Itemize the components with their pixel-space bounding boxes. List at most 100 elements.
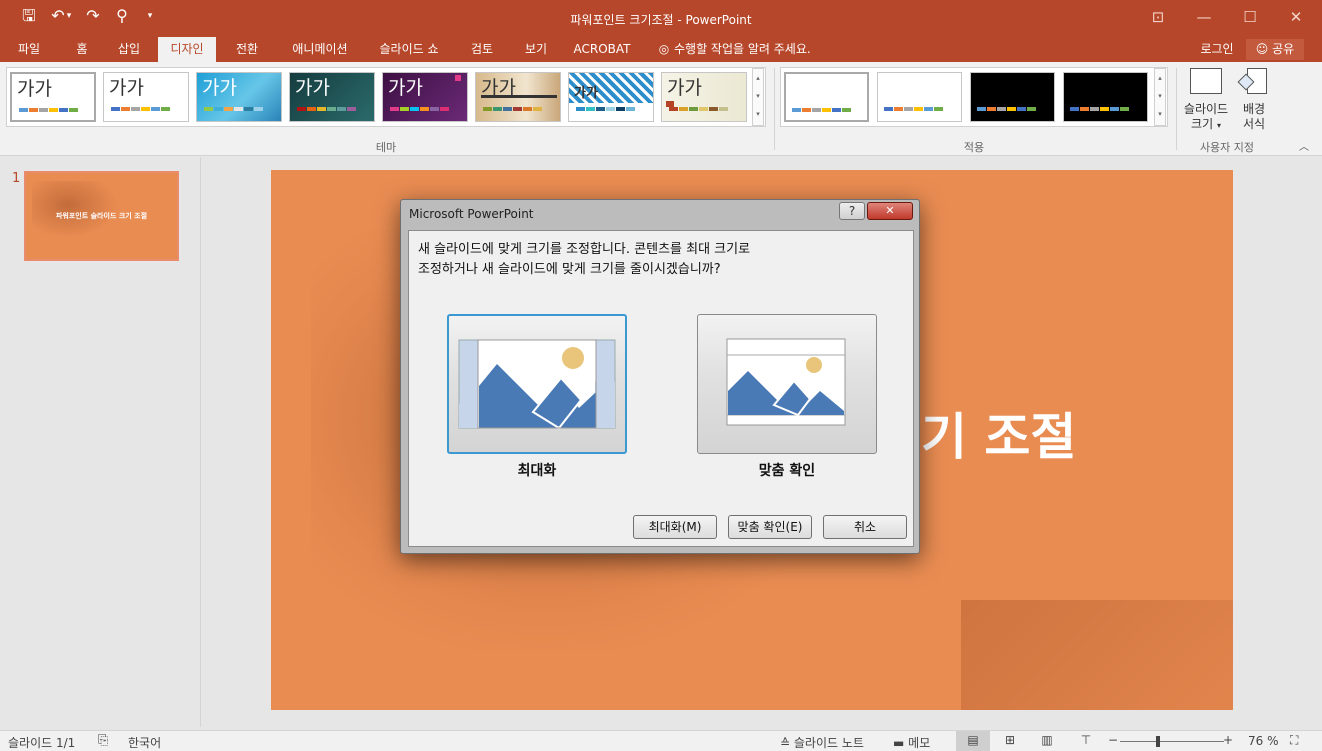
- language-indicator[interactable]: 한국어: [128, 734, 161, 751]
- theme-gallery-scroll[interactable]: ▴ ▾ ▾: [752, 68, 764, 126]
- ensure-fit-option[interactable]: [697, 314, 877, 454]
- dialog-message-line-2: 조정하거나 새 슬라이드에 맞게 크기를 줄이시겠습니까?: [418, 262, 721, 277]
- theme-color-bars: [669, 107, 729, 111]
- collapse-ribbon-icon[interactable]: ︿: [1299, 138, 1309, 153]
- slide-sorter-icon[interactable]: ⊞: [1000, 733, 1020, 747]
- signin-link[interactable]: 로그인: [1194, 37, 1240, 62]
- variant-color-bars: [1070, 107, 1130, 111]
- variant-gallery-scroll[interactable]: ▴ ▾ ▾: [1154, 68, 1166, 126]
- notes-button[interactable]: ≙ 슬라이드 노트: [780, 734, 864, 751]
- theme-sample-text: 가가: [17, 78, 52, 100]
- tab-home[interactable]: 홈: [64, 37, 100, 62]
- tab-acrobat[interactable]: ACROBAT: [566, 37, 638, 62]
- theme-office[interactable]: 가가: [10, 72, 96, 122]
- help-button[interactable]: ?: [839, 202, 865, 220]
- slide-thumbnail-pane: 1 파워포인트 슬라이드 크기 조절: [0, 157, 201, 727]
- theme-sample-text: 가가: [295, 77, 330, 99]
- format-background-label: 배경: [1242, 102, 1266, 116]
- theme-retrospect[interactable]: 가가: [568, 72, 654, 122]
- variant-4[interactable]: [1063, 72, 1148, 122]
- tab-insert[interactable]: 삽입: [108, 37, 150, 62]
- theme-office-2[interactable]: 가가: [103, 72, 189, 122]
- window-title: 파워포인트 크기조절 - PowerPoint: [570, 13, 752, 27]
- slide-size-icon: [1190, 68, 1222, 94]
- normal-view-icon[interactable]: ▤: [956, 731, 990, 751]
- slide-size-button[interactable]: 슬라이드 크기 ▾: [1180, 66, 1232, 136]
- tab-animations[interactable]: 애니메이션: [280, 37, 360, 62]
- dropdown-arrow-icon: ▾: [1216, 121, 1221, 130]
- slide-title-text[interactable]: 기 조절: [921, 405, 1076, 469]
- theme-color-bars: [390, 107, 450, 111]
- theme-sample-text: 가가: [388, 77, 423, 99]
- tab-slideshow[interactable]: 슬라이드 쇼: [368, 37, 450, 62]
- cancel-button[interactable]: 취소: [823, 515, 907, 539]
- theme-ion-boardroom[interactable]: 가가: [382, 72, 468, 122]
- theme-sample-text: 가가: [574, 86, 598, 101]
- zoom-out-button[interactable]: −: [1108, 733, 1118, 747]
- theme-slice[interactable]: 가가: [661, 72, 747, 122]
- variant-1[interactable]: [784, 72, 869, 122]
- theme-accent-mark: [455, 75, 461, 81]
- slide-thumbnail-1[interactable]: 파워포인트 슬라이드 크기 조절: [24, 171, 179, 261]
- thumbnail-number: 1: [12, 171, 21, 186]
- variant-3[interactable]: [970, 72, 1055, 122]
- zoom-in-button[interactable]: +: [1223, 733, 1233, 747]
- tell-me-box[interactable]: 수행할 작업을 알려 주세요.: [674, 37, 826, 62]
- tab-file[interactable]: 파일: [8, 37, 50, 62]
- zoom-slider[interactable]: [1120, 736, 1224, 747]
- dialog-body: 새 슬라이드에 맞게 크기를 조정합니다. 콘텐츠를 최대 크기로 조정하거나 …: [408, 230, 914, 547]
- fit-to-window-icon[interactable]: ⛶: [1290, 733, 1298, 748]
- scale-content-dialog: Microsoft PowerPoint ? ✕ 새 슬라이드에 맞게 크기를 …: [400, 199, 920, 554]
- ensure-fit-illustration-icon: [726, 338, 846, 426]
- theme-facet[interactable]: 가가: [196, 72, 282, 122]
- tab-design[interactable]: 디자인: [158, 37, 216, 62]
- tab-review[interactable]: 검토: [460, 37, 504, 62]
- maximize-button[interactable]: 최대화(M): [633, 515, 717, 539]
- dialog-close-button[interactable]: ✕: [867, 202, 913, 220]
- close-button[interactable]: ✕: [1273, 4, 1319, 32]
- share-label: 공유: [1272, 42, 1295, 56]
- zoom-slider-thumb[interactable]: [1156, 736, 1160, 747]
- share-button[interactable]: ☺ 공유: [1246, 39, 1304, 60]
- maximize-option[interactable]: [447, 314, 627, 454]
- theme-organic[interactable]: 가가: [475, 72, 561, 122]
- format-background-label-2: 서식: [1242, 117, 1266, 131]
- theme-ion[interactable]: 가가: [289, 72, 375, 122]
- notes-icon: ≙: [780, 736, 794, 750]
- title-bar: 🖫 ↶ ▾ ↷ ⚲ ▾ 파워포인트 크기조절 - PowerPoint ⊡ — …: [0, 0, 1322, 37]
- group-divider: [774, 68, 775, 150]
- dialog-message-line-1: 새 슬라이드에 맞게 크기를 조정합니다. 콘텐츠를 최대 크기로: [418, 242, 751, 257]
- theme-sample-text: 가가: [667, 77, 702, 99]
- theme-sample-text: 가가: [109, 77, 144, 99]
- reading-view-icon[interactable]: ▥: [1037, 733, 1057, 747]
- maximize-option-label: 최대화: [517, 463, 557, 479]
- comments-button[interactable]: ▬ 메모: [893, 734, 930, 751]
- group-label-customize: 사용자 지정: [1199, 141, 1255, 154]
- variant-2[interactable]: [877, 72, 962, 122]
- ribbon-display-options-icon[interactable]: ⊡: [1135, 4, 1181, 32]
- person-icon: ☺: [1255, 42, 1273, 56]
- theme-rule: [481, 95, 557, 98]
- minimize-button[interactable]: —: [1181, 4, 1227, 32]
- status-bar: 슬라이드 1/1 ⎘ 한국어 ≙ 슬라이드 노트 ▬ 메모 ▤ ⊞ ▥ ⊤ − …: [0, 730, 1322, 751]
- spell-check-icon[interactable]: ⎘: [98, 733, 108, 748]
- maximize-illustration-icon: [458, 339, 616, 430]
- thumbnail-title: 파워포인트 슬라이드 크기 조절: [55, 212, 148, 220]
- variant-color-bars: [884, 107, 944, 111]
- ensure-fit-option-label: 맞춤 확인: [758, 463, 816, 479]
- tab-transitions[interactable]: 전환: [224, 37, 270, 62]
- format-background-button[interactable]: 배경 서식: [1234, 66, 1274, 136]
- zoom-level[interactable]: 76 %: [1248, 734, 1279, 748]
- group-label-variants: 적용: [963, 141, 985, 154]
- maximize-button[interactable]: ☐: [1227, 4, 1273, 32]
- theme-color-bars: [111, 107, 171, 111]
- slide-background-shape: [961, 600, 1233, 710]
- tab-view[interactable]: 보기: [514, 37, 558, 62]
- dialog-title: Microsoft PowerPoint: [409, 207, 534, 221]
- group-label-themes: 테마: [375, 141, 397, 154]
- theme-color-bars: [483, 107, 543, 111]
- theme-color-bars: [204, 107, 264, 111]
- slideshow-view-icon[interactable]: ⊤: [1076, 733, 1096, 747]
- group-divider: [1176, 68, 1177, 150]
- ensure-fit-button[interactable]: 맞춤 확인(E): [728, 515, 812, 539]
